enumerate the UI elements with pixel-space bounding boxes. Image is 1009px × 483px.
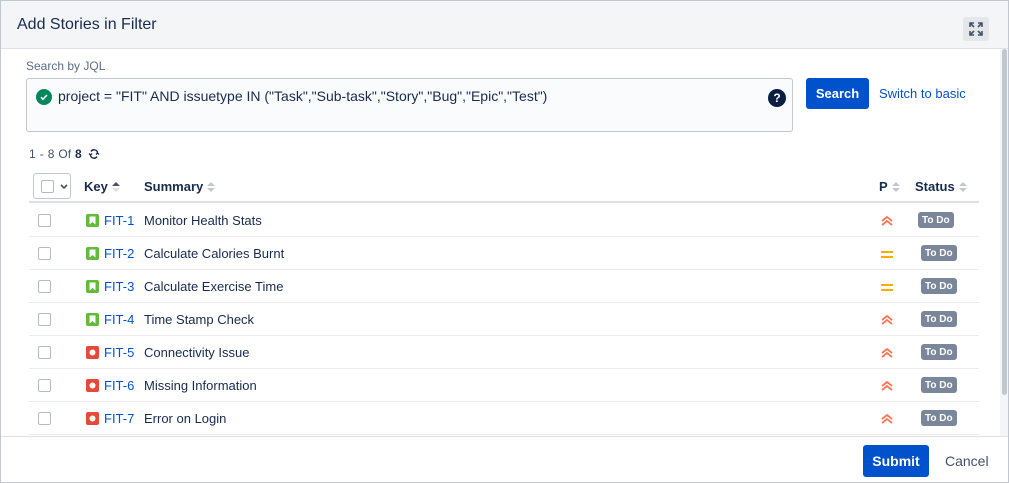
submit-button[interactable]: Submit: [863, 445, 929, 477]
sort-icon: [891, 181, 900, 192]
column-header-key[interactable]: Key: [84, 179, 120, 194]
story-icon: [86, 313, 99, 326]
chevron-down-icon: [60, 184, 68, 190]
issue-key-link[interactable]: FIT-3: [104, 279, 134, 294]
switch-to-basic-link[interactable]: Switch to basic: [879, 86, 966, 101]
column-summary-label: Summary: [144, 179, 204, 194]
status-badge: To Do: [921, 377, 957, 393]
jql-query-text: project = "FIT" AND issuetype IN ("Task"…: [58, 88, 548, 104]
bug-icon: [86, 412, 99, 425]
bug-icon: [86, 379, 99, 392]
issue-summary: Error on Login: [144, 411, 227, 426]
issue-summary: Time Stamp Check: [144, 312, 255, 327]
add-stories-dialog: Add Stories in Filter Search by JQL proj…: [0, 0, 1009, 483]
sort-asc-icon: [111, 181, 120, 192]
table-row[interactable]: FIT-4 Time Stamp Check To Do: [29, 303, 979, 336]
row-checkbox[interactable]: [38, 379, 51, 392]
dialog-footer: Submit Cancel: [1, 436, 1008, 482]
issue-summary: Connectivity Issue: [144, 345, 250, 360]
select-all-checkbox[interactable]: [41, 180, 54, 193]
scrollbar-thumb[interactable]: [1002, 49, 1007, 395]
status-badge: To Do: [918, 212, 954, 228]
priority-high-icon: [879, 345, 895, 361]
row-checkbox[interactable]: [38, 280, 51, 293]
dialog-header: Add Stories in Filter: [1, 1, 1008, 49]
issue-key-link[interactable]: FIT-5: [104, 345, 134, 360]
issue-summary: Missing Information: [144, 378, 257, 393]
priority-high-icon: [879, 411, 895, 427]
dialog-title: Add Stories in Filter: [17, 16, 157, 33]
sort-icon: [207, 181, 216, 192]
valid-query-icon: [36, 89, 52, 105]
priority-medium-icon: [879, 246, 895, 262]
row-checkbox[interactable]: [38, 313, 51, 326]
row-checkbox[interactable]: [38, 412, 51, 425]
row-checkbox[interactable]: [38, 247, 51, 260]
issue-key-link[interactable]: FIT-2: [104, 246, 134, 261]
table-row[interactable]: FIT-7 Error on Login To Do: [29, 402, 979, 435]
results-count: 1 - 8 Of 8: [29, 147, 100, 161]
range-start: 1: [29, 147, 36, 161]
sort-icon: [958, 181, 967, 192]
table-row[interactable]: FIT-6 Missing Information To Do: [29, 369, 979, 402]
issue-summary: Calculate Calories Burnt: [144, 246, 285, 261]
refresh-icon[interactable]: [88, 148, 100, 160]
story-icon: [86, 247, 99, 260]
select-all-dropdown[interactable]: [33, 173, 71, 199]
fullscreen-button[interactable]: [963, 17, 989, 41]
table-header: Key Summary P Status: [29, 170, 979, 203]
priority-high-icon: [879, 378, 895, 394]
column-priority-label: P: [879, 179, 888, 194]
table-row[interactable]: FIT-2 Calculate Calories Burnt To Do: [29, 237, 979, 270]
column-key-label: Key: [84, 179, 108, 194]
search-button[interactable]: Search: [806, 78, 869, 109]
issue-key-link[interactable]: FIT-4: [104, 312, 134, 327]
table-row[interactable]: FIT-3 Calculate Exercise Time To Do: [29, 270, 979, 303]
expand-icon: [969, 22, 983, 36]
priority-high-icon: [879, 213, 895, 229]
cancel-button[interactable]: Cancel: [945, 453, 989, 469]
issue-key-link[interactable]: FIT-7: [104, 411, 134, 426]
help-icon[interactable]: ?: [768, 89, 786, 107]
column-status-label: Status: [915, 179, 955, 194]
jql-query-input[interactable]: project = "FIT" AND issuetype IN ("Task"…: [26, 78, 793, 132]
range-end: 8: [47, 147, 55, 161]
row-checkbox[interactable]: [38, 214, 51, 227]
table-row[interactable]: FIT-1 Monitor Health Stats To Do: [29, 204, 979, 237]
total-count: 8: [75, 147, 82, 161]
range-separator: -: [39, 147, 44, 161]
table-row[interactable]: FIT-5 Connectivity Issue To Do: [29, 336, 979, 369]
story-icon: [86, 214, 99, 227]
column-header-summary[interactable]: Summary: [144, 179, 216, 194]
priority-medium-icon: [879, 279, 895, 295]
of-label: Of: [58, 147, 72, 161]
status-badge: To Do: [921, 344, 957, 360]
status-badge: To Do: [921, 278, 957, 294]
issue-summary: Calculate Exercise Time: [144, 279, 284, 294]
issue-summary: Monitor Health Stats: [144, 213, 262, 228]
row-checkbox[interactable]: [38, 346, 51, 359]
issue-key-link[interactable]: FIT-6: [104, 378, 134, 393]
story-icon: [86, 280, 99, 293]
jql-label: Search by JQL: [26, 59, 106, 73]
status-badge: To Do: [921, 311, 957, 327]
status-badge: To Do: [921, 410, 957, 426]
bug-icon: [86, 346, 99, 359]
column-header-priority[interactable]: P: [879, 179, 900, 194]
status-badge: To Do: [921, 245, 957, 261]
column-header-status[interactable]: Status: [915, 179, 967, 194]
priority-high-icon: [879, 312, 895, 328]
issue-key-link[interactable]: FIT-1: [104, 213, 134, 228]
